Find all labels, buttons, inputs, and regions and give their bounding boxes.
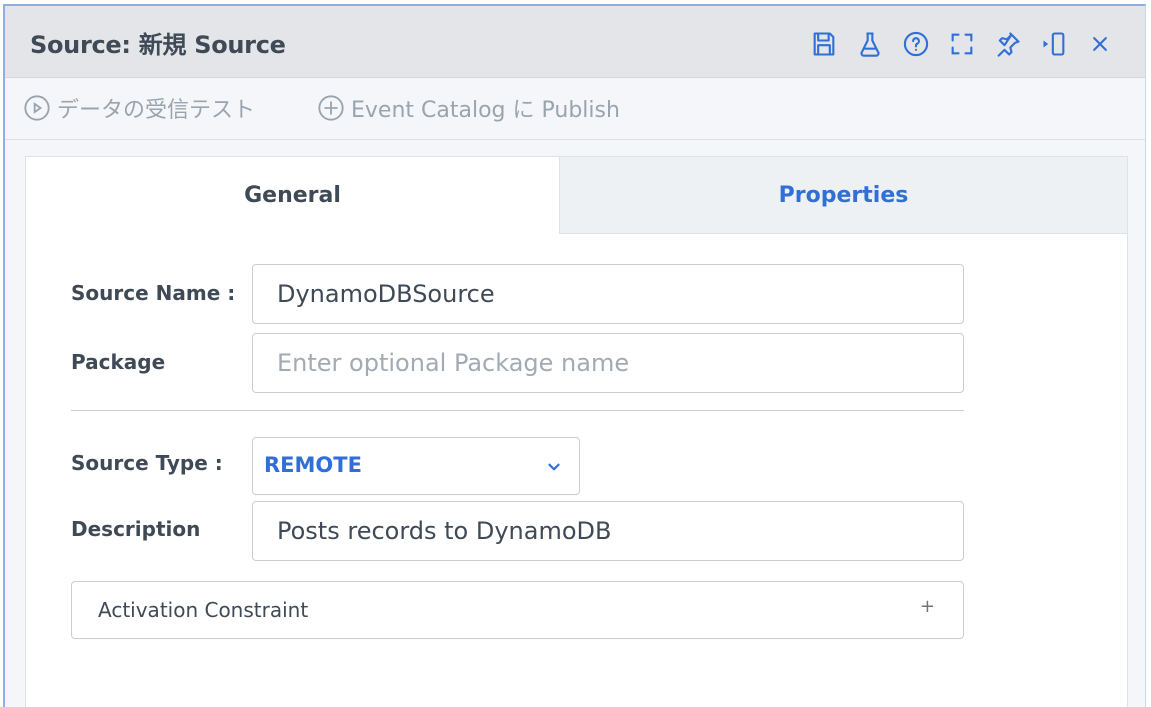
close-icon[interactable] <box>1077 26 1123 62</box>
tab-general[interactable]: General <box>26 157 560 234</box>
chevron-down-icon <box>548 463 560 471</box>
source-type-value: REMOTE <box>264 453 362 477</box>
header-actions <box>801 26 1123 62</box>
panel-title: Source: 新規 Source <box>30 31 286 59</box>
form-divider <box>71 410 964 411</box>
panel-header: Source: 新規 Source <box>5 6 1145 78</box>
activation-constraint-label: Activation Constraint <box>98 598 309 622</box>
play-circle-icon <box>24 95 50 121</box>
action-toolbar: データの受信テスト Event Catalog に Publish <box>5 78 1145 140</box>
source-editor-panel: Source: 新規 Source データの受信テスト Event Catalo… <box>3 4 1146 707</box>
flask-icon[interactable] <box>847 26 893 62</box>
receive-test-button[interactable]: データの受信テスト <box>23 92 255 124</box>
receive-test-label: データの受信テスト <box>57 98 256 123</box>
expand-plus-icon[interactable]: + <box>920 596 935 617</box>
source-type-select[interactable]: REMOTE <box>252 437 580 495</box>
save-icon[interactable] <box>801 26 847 62</box>
source-name-label: Source Name : <box>71 281 236 305</box>
tab-properties[interactable]: Properties <box>560 157 1127 234</box>
activation-constraint-section[interactable]: Activation Constraint + <box>71 581 964 639</box>
description-label: Description <box>71 517 201 541</box>
description-input[interactable]: Posts records to DynamoDB <box>252 501 964 561</box>
source-type-label: Source Type : <box>71 451 223 475</box>
publish-button[interactable]: Event Catalog に Publish <box>317 92 620 124</box>
plus-circle-icon <box>318 95 344 121</box>
publish-label: Event Catalog に Publish <box>351 98 620 123</box>
pin-icon[interactable] <box>985 26 1031 62</box>
package-input[interactable]: Enter optional Package name <box>252 333 964 393</box>
form-container: General Properties Source Name : DynamoD… <box>25 156 1128 707</box>
help-icon[interactable] <box>893 26 939 62</box>
tab-bar: General Properties <box>26 157 1127 234</box>
expand-icon[interactable] <box>939 26 985 62</box>
package-label: Package <box>71 350 166 374</box>
source-name-input[interactable]: DynamoDBSource <box>252 264 964 324</box>
dock-icon[interactable] <box>1031 26 1077 62</box>
